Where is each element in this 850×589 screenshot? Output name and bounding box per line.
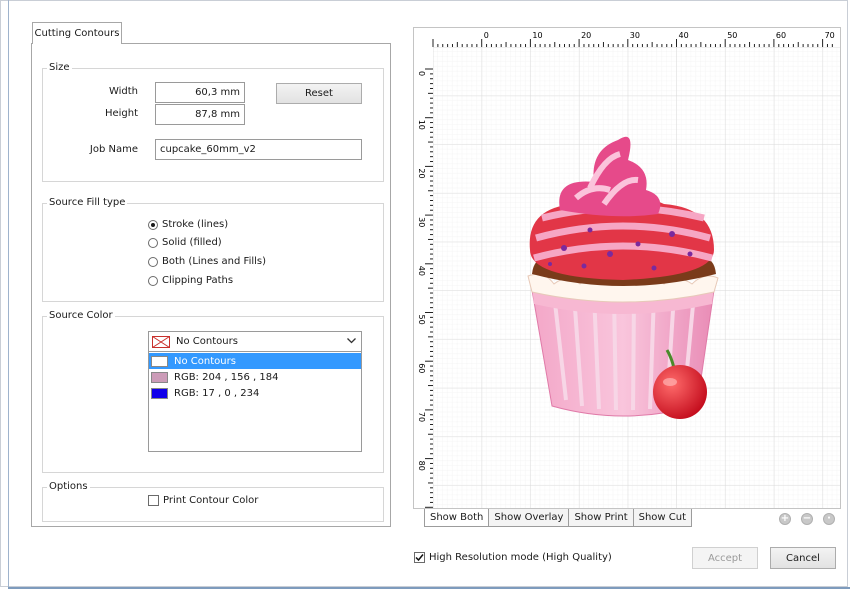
tab-show-print[interactable]: Show Print [568, 509, 634, 527]
source-color-group-title: Source Color [47, 310, 115, 321]
color-swatch [151, 355, 168, 367]
high-resolution-checkbox[interactable]: High Resolution mode (High Quality) [414, 552, 612, 563]
options-group-title: Options [47, 481, 90, 492]
width-value: 60,3 mm [195, 87, 240, 98]
ruler-top-label: 40 [679, 31, 689, 40]
width-label: Width [108, 86, 138, 97]
radio-button[interactable] [148, 275, 158, 286]
cancel-button[interactable]: Cancel [770, 547, 836, 569]
zoom-fit-icon[interactable]: · [823, 513, 835, 525]
height-value: 87,8 mm [195, 109, 240, 120]
list-item-label: No Contours [174, 355, 236, 367]
ruler-top-label: 0 [484, 31, 489, 40]
window-left-border [8, 0, 9, 589]
zoom-out-icon[interactable]: − [801, 513, 813, 525]
view-tabs: Show Both Show Overlay Show Print Show C… [413, 509, 693, 528]
chevron-down-icon[interactable] [347, 336, 356, 347]
list-item[interactable]: RGB: 17 , 0 , 234 [149, 385, 361, 401]
height-label: Height [104, 108, 138, 119]
radio-both[interactable]: Both (Lines and Fills) [148, 256, 266, 267]
zoom-in-icon[interactable]: + [779, 513, 791, 525]
tab-label: Show Print [574, 512, 628, 523]
ruler-left-label: 30 [417, 217, 426, 227]
color-swatch [151, 387, 168, 399]
print-contour-color-checkbox[interactable]: Print Contour Color [148, 495, 258, 506]
tab-show-cut[interactable]: Show Cut [632, 509, 693, 527]
radio-button[interactable] [148, 219, 158, 230]
checkbox[interactable] [148, 495, 159, 506]
fill-type-group [42, 203, 384, 302]
ruler-top-label: 20 [581, 31, 591, 40]
checkbox-label: High Resolution mode (High Quality) [429, 552, 612, 563]
ruler-top-label: 50 [727, 31, 737, 40]
ruler-top-label: 30 [630, 31, 640, 40]
ruler-left-label: 70 [417, 412, 426, 422]
radio-solid[interactable]: Solid (filled) [148, 237, 222, 248]
preview-drawing: 0 10 20 30 40 50 60 70 0 10 20 30 40 50 60 70 80 [414, 28, 840, 508]
accept-button[interactable]: Accept [692, 547, 758, 569]
list-item[interactable]: No Contours [149, 353, 361, 369]
ruler-left-label: 10 [417, 120, 426, 130]
job-name-field[interactable]: cupcake_60mm_v2 [155, 139, 362, 160]
color-swatch [151, 371, 168, 383]
ruler-left-label: 50 [417, 315, 426, 325]
tab-show-both[interactable]: Show Both [424, 509, 490, 527]
tab-label: Show Overlay [494, 512, 564, 523]
list-item-label: RGB: 204 , 156 , 184 [174, 371, 279, 383]
ruler-top-label: 60 [776, 31, 786, 40]
cancel-button-label: Cancel [786, 552, 820, 564]
list-item[interactable]: RGB: 204 , 156 , 184 [149, 369, 361, 385]
dropdown-selected-value: No Contours [176, 336, 238, 347]
job-name-label: Job Name [89, 144, 138, 155]
source-color-list[interactable]: No Contours RGB: 204 , 156 , 184 RGB: 17… [148, 352, 362, 452]
tab-label: Show Cut [638, 512, 687, 523]
ruler-left-label: 40 [417, 266, 426, 276]
fill-type-group-title: Source Fill type [47, 197, 128, 208]
tab-cutting-contours[interactable]: Cutting Contours [32, 22, 122, 44]
radio-button[interactable] [148, 256, 158, 267]
ruler-left-label: 80 [417, 461, 426, 471]
size-group-title: Size [47, 62, 72, 73]
radio-button[interactable] [148, 237, 158, 248]
no-contours-icon [152, 335, 170, 348]
checkbox-label: Print Contour Color [163, 495, 259, 506]
list-item-label: RGB: 17 , 0 , 234 [174, 387, 260, 399]
ruler-left-label: 0 [417, 71, 426, 76]
radio-label: Solid (filled) [162, 237, 222, 248]
source-color-dropdown[interactable]: No Contours [148, 331, 362, 352]
height-field[interactable]: 87,8 mm [155, 104, 245, 125]
ruler-left-label: 60 [417, 363, 426, 373]
job-name-value: cupcake_60mm_v2 [160, 144, 256, 155]
ruler-top-label: 10 [532, 31, 542, 40]
ruler-top-label: 70 [825, 31, 835, 40]
reset-button[interactable]: Reset [276, 83, 362, 104]
radio-stroke[interactable]: Stroke (lines) [148, 219, 228, 230]
checkbox[interactable] [414, 552, 425, 563]
checkmark-icon [415, 554, 424, 562]
preview-canvas[interactable]: 0 10 20 30 40 50 60 70 0 10 20 30 40 50 60 70 80 [413, 27, 841, 509]
radio-label: Stroke (lines) [162, 219, 229, 230]
reset-button-label: Reset [305, 88, 333, 99]
tab-label: Show Both [430, 512, 484, 523]
radio-label: Clipping Paths [162, 275, 234, 286]
tab-label: Cutting Contours [34, 28, 120, 39]
accept-button-label: Accept [707, 552, 743, 564]
width-field[interactable]: 60,3 mm [155, 82, 245, 103]
ruler-left-label: 20 [417, 168, 426, 178]
radio-label: Both (Lines and Fills) [162, 256, 267, 267]
tab-show-overlay[interactable]: Show Overlay [488, 509, 570, 527]
radio-clipping-paths[interactable]: Clipping Paths [148, 275, 233, 286]
